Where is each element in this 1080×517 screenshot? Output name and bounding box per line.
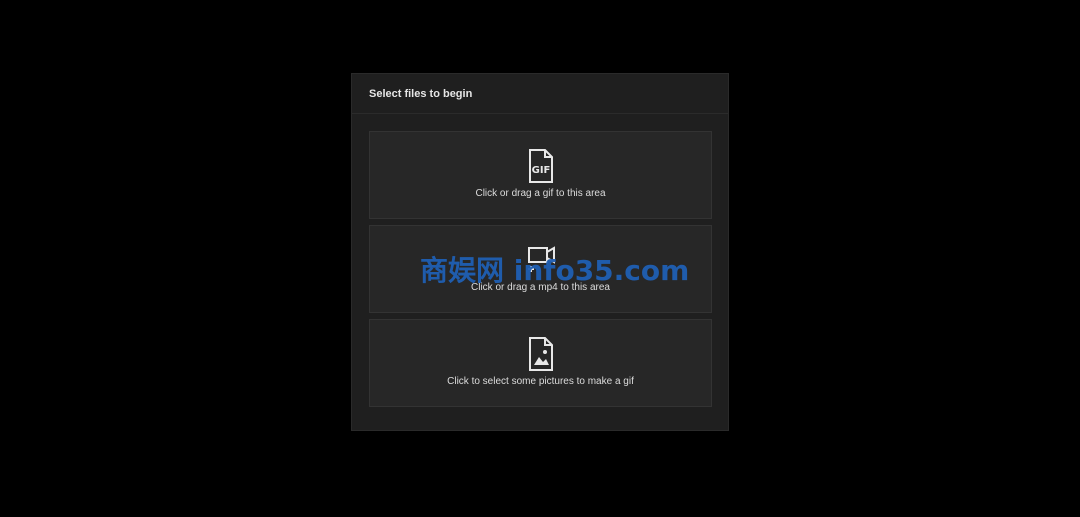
panel-title: Select files to begin [369,87,473,100]
app-stage: Select files to begin GIF Click or drag … [0,0,1080,517]
panel-header: Select files to begin [352,74,728,114]
file-select-panel: Select files to begin GIF Click or drag … [351,73,729,431]
gif-drop-zone[interactable]: GIF Click or drag a gif to this area [369,131,712,219]
mp4-drop-label: Click or drag a mp4 to this area [471,282,610,293]
gif-drop-label: Click or drag a gif to this area [475,188,606,199]
mp4-drop-zone[interactable]: Click or drag a mp4 to this area [369,225,712,313]
gif-file-icon: GIF [528,149,553,183]
video-file-icon [527,246,555,272]
image-file-icon [528,337,553,371]
gif-badge-text: GIF [531,165,550,176]
pictures-drop-zone[interactable]: Click to select some pictures to make a … [369,319,712,407]
pictures-drop-label: Click to select some pictures to make a … [447,376,634,387]
